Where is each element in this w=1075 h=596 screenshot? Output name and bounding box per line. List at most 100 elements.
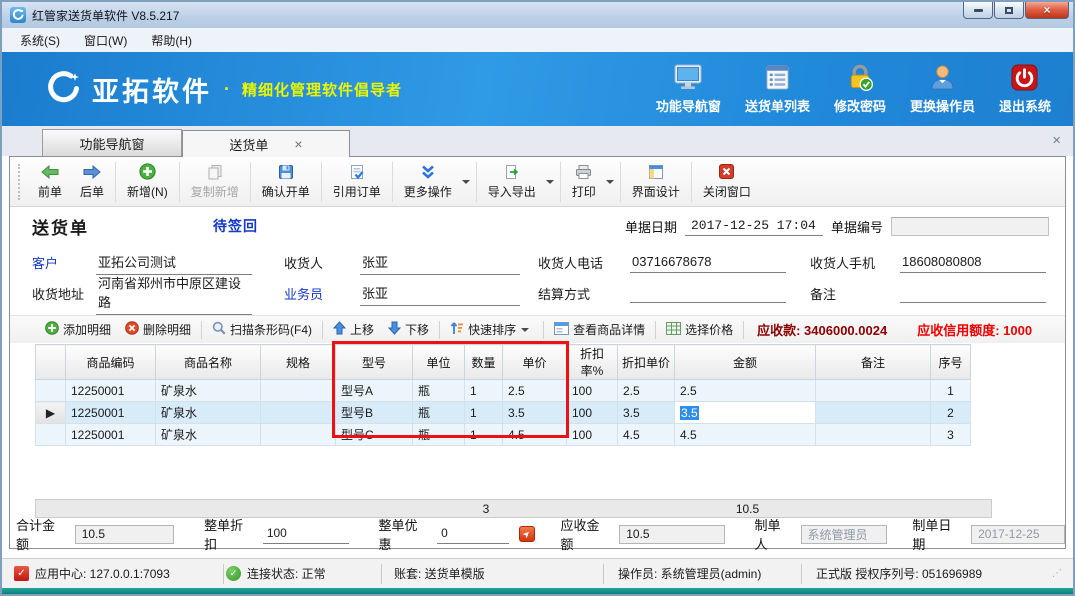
close-button[interactable]: × — [1025, 2, 1069, 19]
receiver-field[interactable]: 张亚 — [360, 251, 520, 275]
customer-field[interactable]: 亚拓公司测试 — [96, 251, 252, 275]
delete-detail-button[interactable]: 删除明细 — [118, 321, 198, 338]
settlement-field[interactable] — [630, 284, 786, 303]
print-dropdown-icon[interactable] — [606, 180, 614, 184]
row-selector[interactable] — [36, 424, 66, 446]
col-header[interactable]: 单价 — [503, 345, 567, 380]
close-icon: × — [1043, 4, 1050, 16]
customer-label: 客户 — [32, 253, 96, 272]
row-pointer-icon[interactable]: ▶ — [36, 402, 66, 424]
new-button[interactable]: 新增(N) — [118, 160, 177, 203]
select-price-button[interactable]: 选择价格 — [659, 321, 740, 338]
tabstrip-close-icon[interactable]: × — [1052, 133, 1061, 148]
tab-nav-window[interactable]: 功能导航窗 — [42, 129, 182, 156]
import-export-dropdown-icon[interactable] — [546, 180, 554, 184]
col-header[interactable]: 商品名称 — [156, 345, 261, 380]
col-header[interactable]: 备注 — [816, 345, 931, 380]
col-header[interactable]: 金额 — [675, 345, 816, 380]
print-button[interactable]: 打印 — [563, 160, 605, 203]
delivery-note-page: 前单 后单 新增(N) 复制新增 确认开单 — [9, 156, 1066, 549]
close-window-button[interactable]: 关闭窗口 — [694, 160, 760, 203]
banner-action-nav-window[interactable]: 功能导航窗 — [656, 64, 721, 115]
quick-sort-button[interactable]: 快速排序 — [443, 321, 540, 338]
doc-status-badge: 待签回 — [213, 216, 258, 236]
barcode-scan-icon — [212, 321, 226, 338]
prev-note-button[interactable]: 前单 — [29, 160, 71, 203]
preferential-edit-icon[interactable]: ➤ — [519, 526, 535, 542]
col-header[interactable]: 型号 — [336, 345, 413, 380]
remark-field[interactable] — [900, 284, 1046, 303]
quick-sort-icon — [450, 321, 464, 338]
resize-grip-icon[interactable]: ⋰ — [1052, 568, 1063, 579]
quote-order-button[interactable]: 引用订单 — [324, 160, 390, 203]
banner-action-exit-system[interactable]: 退出系统 — [999, 64, 1051, 115]
brand-slogan: 精细化管理软件倡导者 — [242, 79, 402, 100]
maximize-button[interactable] — [994, 2, 1024, 19]
more-actions-button[interactable]: 更多操作 — [395, 160, 461, 203]
banner-action-label: 功能导航窗 — [656, 96, 721, 115]
banner-action-delivery-list[interactable]: 送货单列表 — [745, 64, 810, 115]
col-header[interactable]: 数量 — [465, 345, 503, 380]
col-header[interactable]: 折扣率% — [567, 345, 618, 380]
banner-actions: 功能导航窗 送货单列表 修改密码 更换操作员 — [656, 64, 1073, 115]
salesman-field[interactable]: 张亚 — [360, 282, 520, 306]
qty-total: 3 — [467, 502, 505, 516]
menu-system[interactable]: 系统(S) — [8, 29, 72, 52]
menu-window[interactable]: 窗口(W) — [72, 29, 139, 52]
grid-row-2-selected[interactable]: ▶ 12250001 矿泉水 型号B 瓶 1 3.5 100 3.5 3.5 2 — [36, 402, 971, 424]
barcode-scan-button[interactable]: 扫描条形码(F4) — [205, 321, 319, 338]
tab-delivery-note[interactable]: 送货单 × — [182, 130, 350, 157]
banner-action-change-password[interactable]: 修改密码 — [834, 64, 886, 115]
receivable-label: 应收金额 — [561, 515, 612, 553]
copy-new-button[interactable]: 复制新增 — [182, 160, 248, 203]
quick-sort-dropdown-icon[interactable] — [521, 328, 529, 332]
col-header[interactable]: 序号 — [931, 345, 971, 380]
more-actions-dropdown-icon[interactable] — [462, 180, 470, 184]
settlement-label: 结算方式 — [538, 284, 630, 303]
preferential-field[interactable]: 0 — [437, 525, 509, 544]
save-icon — [278, 163, 294, 180]
grid-row-3[interactable]: 12250001 矿泉水 型号C 瓶 1 4.5 100 4.5 4.5 3 — [36, 424, 971, 446]
doc-date-field[interactable]: 2017-12-25 17:04 — [685, 217, 823, 236]
receiver-label: 收货人 — [284, 253, 360, 272]
create-date-field: 2017-12-25 — [971, 525, 1065, 544]
address-field[interactable]: 河南省郑州市中原区建设路 — [96, 272, 252, 315]
col-header[interactable]: 折扣单价 — [618, 345, 675, 380]
tab-close-icon[interactable]: × — [294, 137, 302, 151]
grid-row-1[interactable]: 12250001 矿泉水 型号A 瓶 1 2.5 100 2.5 2.5 1 — [36, 380, 971, 402]
phone-field[interactable]: 03716678678 — [630, 253, 786, 273]
ui-design-button[interactable]: 界面设计 — [623, 160, 689, 203]
col-header[interactable]: 商品编码 — [66, 345, 156, 380]
doc-number-field[interactable] — [891, 217, 1049, 236]
amount-edit-cell[interactable]: 3.5 — [675, 402, 816, 424]
add-detail-button[interactable]: 添加明细 — [38, 321, 118, 338]
col-header[interactable]: 单位 — [413, 345, 465, 380]
confirm-button[interactable]: 确认开单 — [253, 160, 319, 203]
total-amount-field[interactable]: 10.5 — [75, 525, 175, 544]
minimize-button[interactable] — [963, 2, 993, 19]
brand-logo-icon — [46, 70, 82, 109]
status-app-center: ✓ 应用中心: 127.0.0.1:7093 — [12, 564, 224, 584]
move-down-button[interactable]: 下移 — [381, 321, 436, 338]
banner-action-switch-operator[interactable]: 更换操作员 — [910, 64, 975, 115]
row-selector[interactable] — [36, 380, 66, 402]
toolbar-grip — [18, 164, 21, 200]
col-header[interactable]: 规格 — [261, 345, 336, 380]
grid-header-selector — [36, 345, 66, 380]
product-detail-button[interactable]: 查看商品详情 — [547, 321, 652, 338]
status-operator: 操作员: 系统管理员(admin) — [604, 564, 802, 584]
menu-help[interactable]: 帮助(H) — [139, 29, 204, 52]
copy-icon — [207, 163, 223, 180]
receivable-field[interactable]: 10.5 — [619, 525, 725, 544]
grid-header-row: 商品编码 商品名称 规格 型号 单位 数量 单价 折扣率% 折扣单价 金额 备注… — [36, 345, 971, 380]
move-up-button[interactable]: 上移 — [326, 321, 381, 338]
mobile-field[interactable]: 18608080808 — [900, 253, 1046, 273]
whole-discount-field[interactable]: 100 — [263, 525, 349, 544]
phone-label: 收货人电话 — [538, 253, 630, 272]
import-export-button[interactable]: 导入导出 — [479, 160, 545, 203]
doc-date-label: 单据日期 — [625, 217, 677, 236]
delete-detail-icon — [125, 321, 139, 338]
main-toolbar: 前单 后单 新增(N) 复制新增 确认开单 — [10, 157, 1065, 207]
app-center-icon: ✓ — [14, 566, 29, 581]
next-note-button[interactable]: 后单 — [71, 160, 113, 203]
